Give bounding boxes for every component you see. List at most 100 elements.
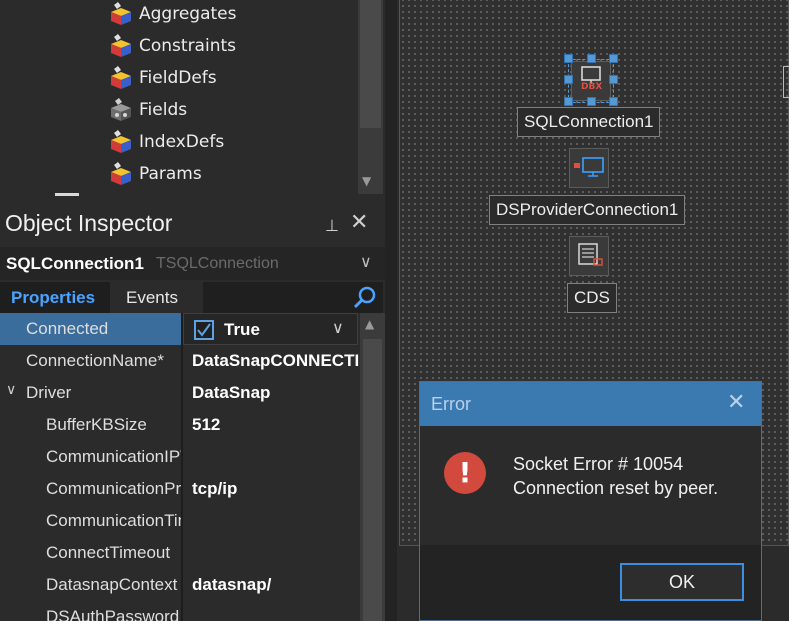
dsproviderconnection-component[interactable] [569,148,609,188]
tree-item-label: Aggregates [139,4,237,24]
resize-handle[interactable] [587,54,596,63]
property-name: CommunicationTimeout [46,511,181,530]
sqlconnection-component[interactable]: DBX [571,61,611,101]
tree-scrollbar[interactable]: ▼ [358,0,383,194]
tab-properties[interactable]: Properties [0,282,110,313]
component-caption[interactable]: SQLConnection1 [517,107,661,137]
property-row[interactable]: CommunicationProtocol tcp/ip [0,473,360,505]
chevron-down-icon[interactable]: ∨ [360,252,372,271]
connected-checkbox[interactable] [194,320,214,340]
tree-scrollbar-thumb[interactable] [360,0,381,128]
component-caption[interactable]: DSProviderConnection1 [489,195,686,225]
property-grid-scrollbar-thumb[interactable] [363,339,382,621]
chevron-up-icon[interactable]: ▲ [365,317,374,331]
property-name: CommunicationIPVersion [46,447,181,466]
ok-button[interactable]: OK [620,563,744,601]
tree-item-fielddefs[interactable]: FieldDefs [108,64,217,92]
dialog-footer: OK [420,545,761,620]
tree-item-params[interactable]: Params [108,160,202,188]
dialog-title-bar[interactable]: Error ✕ [420,382,761,426]
property-name: Driver [26,383,72,402]
property-value[interactable]: DataSnap [192,383,359,403]
property-row-driver[interactable]: ∨ Driver DataSnap [0,377,360,409]
chevron-down-icon[interactable]: ▼ [362,174,371,188]
property-value-dropdown[interactable]: True ∨ [183,313,358,345]
selected-component-name: SQLConnection1 [6,254,144,273]
component-icon [108,34,134,58]
inspector-tabs: Properties Events [0,282,385,313]
tab-events[interactable]: Events [126,288,178,308]
component-icon [108,130,134,154]
property-name: Connected [26,319,109,338]
dbx-badge: DBX [581,82,603,92]
resize-handle[interactable] [587,97,596,106]
column-divider[interactable] [181,313,183,621]
chevron-down-icon[interactable]: ∨ [6,382,16,398]
provider-icon [574,157,604,177]
tree-item-label: Constraints [139,36,236,56]
tree-item-aggregates[interactable]: Aggregates [108,0,236,28]
dbx-icon [581,66,601,84]
resize-handle[interactable] [609,54,618,63]
property-name: ConnectionName* [26,351,164,370]
resize-handle[interactable] [609,75,618,84]
panel-splitter[interactable] [385,0,397,621]
ide-window: Aggregates Constraints FieldDefs Fields … [0,0,789,621]
tree-item-indexdefs[interactable]: IndexDefs [108,128,224,156]
component-caption[interactable]: CDS [567,283,617,313]
component-icon [108,2,134,26]
structure-tree: Aggregates Constraints FieldDefs Fields … [0,0,385,197]
dialog-title: Error [431,394,471,414]
component-selector[interactable]: SQLConnection1 TSQLConnection ∨ [0,247,385,280]
tree-item-label: IndexDefs [139,132,225,152]
property-grid: Connected True ∨ ConnectionName* DataSna… [0,313,385,621]
selected-component-type: TSQLConnection [156,255,279,272]
dialog-message-line: Socket Error # 10054 [513,454,684,474]
dialog-message-line: Connection reset by peer. [513,478,719,498]
tree-item-constraints[interactable]: Constraints [108,32,236,60]
property-name: ConnectTimeout [46,543,171,562]
property-grid-scrollbar[interactable]: ▲ [360,313,385,621]
component-icon [108,66,134,90]
clientdataset-icon [578,243,603,266]
property-value[interactable]: datasnap/ [192,575,359,595]
property-row[interactable]: DatasnapContext datasnap/ [0,569,360,601]
property-name: BufferKBSize [46,415,147,434]
error-dialog: Error ✕ ! Socket Error # 10054 Connectio… [419,381,762,621]
property-name: DatasnapContext [46,575,178,594]
tree-item-fields[interactable]: Fields [108,96,187,124]
resize-handle[interactable] [609,97,618,106]
property-row-connected[interactable]: Connected True ∨ [0,313,360,345]
property-row[interactable]: CommunicationIPVersion [0,441,360,473]
chevron-down-icon[interactable]: ∨ [332,318,344,337]
close-icon[interactable]: ✕ [727,392,745,414]
property-name: DSAuthPassword [46,607,180,621]
object-inspector: Object Inspector ⊥ ✕ SQLConnection1 TSQL… [0,196,385,621]
property-name-cell[interactable]: Connected [0,313,181,345]
property-value: True [224,320,260,339]
pin-icon[interactable]: ⊥ [325,216,339,235]
resize-handle[interactable] [564,75,573,84]
close-icon[interactable]: ✕ [350,212,368,234]
property-row[interactable]: ConnectTimeout [0,537,360,569]
error-icon: ! [444,452,486,494]
property-row[interactable]: DSAuthPassword [0,601,360,621]
resize-handle[interactable] [564,54,573,63]
tree-item-label: Fields [139,100,188,120]
property-name: CommunicationProtocol [46,479,181,498]
tree-item-label: Params [139,164,202,184]
inspector-title: Object Inspector [5,210,173,236]
fields-icon [108,98,134,122]
resize-handle[interactable] [564,97,573,106]
property-value[interactable]: DataSnapCONNECTION [192,351,359,371]
property-value[interactable]: 512 [192,415,359,435]
property-search-input[interactable] [203,282,383,313]
property-row[interactable]: BufferKBSize 512 [0,409,360,441]
checkmark-icon [197,323,211,337]
property-row[interactable]: ConnectionName* DataSnapCONNECTION [0,345,360,377]
partial-component[interactable] [783,66,789,98]
property-row[interactable]: CommunicationTimeout [0,505,360,537]
search-icon[interactable] [353,286,377,310]
property-value[interactable]: tcp/ip [192,479,359,499]
clientdataset-component[interactable] [569,236,609,276]
